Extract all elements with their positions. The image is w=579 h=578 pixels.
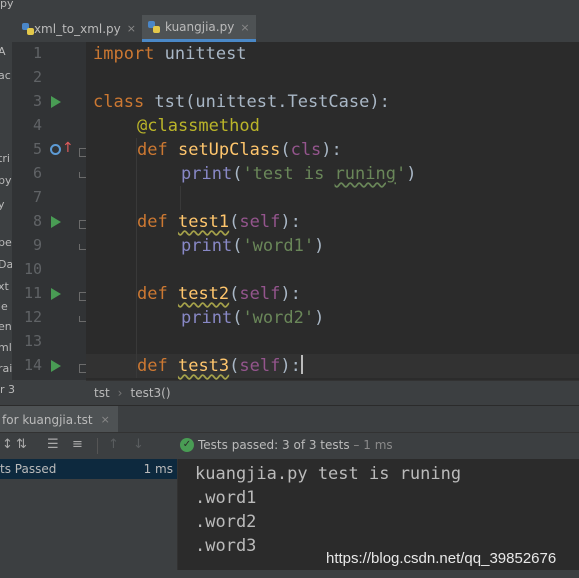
tree-row-label: ts Passed [0,462,57,476]
run-test2-icon[interactable] [51,288,61,300]
tab-label: xml_to_xml.py [33,21,121,36]
next-failed-icon[interactable]: ↓ [133,437,144,452]
code-line-1: import unittest [93,44,247,64]
title-fragment: py [0,0,14,10]
code-line-5: def setUpClass(cls): [137,140,342,160]
line-number: 1 [32,44,42,62]
line-number: 10 [23,260,42,278]
project-panel-fragment: A ac tri py y pe Da xt ie en ml rai [0,42,12,408]
line-number: 8 [32,212,42,230]
tab-xml-to-xml[interactable]: xml_to_xml.py × [16,15,142,42]
line-number: 6 [32,164,42,182]
tab-label: kuangjia.py [165,20,235,34]
breadcrumb-method[interactable]: test3() [130,386,170,400]
tree-row-tests-passed[interactable]: ts Passed 1 ms [0,459,177,479]
title-strip: py [0,0,579,15]
run-test3-icon[interactable] [51,360,61,372]
panel-fragment: Da [0,258,12,271]
line-number: 5 [32,140,42,158]
panel-fragment: tri [0,152,10,165]
panel-fragment-bottom: r 3 [0,380,86,405]
tests-passed-icon: ✓ [180,438,194,452]
line-number: 12 [23,308,42,326]
bottom-strip [0,570,579,578]
line-number: 9 [32,236,42,254]
line-number: 11 [23,284,42,302]
console-line: kuangjia.py test is runing [195,464,462,484]
toolbar-divider [97,438,98,454]
panel-fragment: en [0,320,12,333]
close-icon[interactable]: × [240,21,249,34]
panel-fragment: ac [0,69,11,82]
code-line-6: print('test is runing') [181,164,417,184]
panel-fragment: y [0,198,5,211]
run-tab[interactable]: for kuangjia.tst × [0,406,118,433]
console-line: .word3 [195,536,257,556]
code-line-11: def test2(self): [137,284,301,304]
code-line-12: print('word2') [181,308,325,328]
code-line-8: def test1(self): [137,212,301,232]
test-runner-toolbar: ↕ ⇅ ☰ ≡ ↑ ↓ ✓ Tests passed: 3 of 3 tests… [0,432,579,460]
breadcrumb-separator: › [117,386,123,400]
test-status-text: Tests passed: 3 of 3 tests – 1 ms [198,438,393,452]
close-icon[interactable]: × [101,413,110,426]
watermark: https://blog.csdn.net/qq_39852676 [326,550,557,567]
tree-row-duration: 1 ms [143,462,173,476]
indent-guide [136,138,137,378]
previous-failed-icon[interactable]: ↑ [108,437,119,452]
console-line: .word1 [195,488,257,508]
run-test1-icon[interactable] [51,216,61,228]
panel-fragment: xt [0,280,9,293]
editor-tab-bar: xml_to_xml.py × kuangjia.py × [0,15,579,43]
close-icon[interactable]: × [127,22,136,35]
panel-fragment: A [0,45,6,58]
override-arrow-icon: ↑ [62,140,74,156]
panel-fragment: pe [0,236,12,249]
breadcrumb: tst › test3() [86,380,579,405]
sort-by-duration-icon[interactable]: ⇅ [16,437,27,452]
line-number: 13 [23,332,42,350]
tab-kuangjia[interactable]: kuangjia.py × [142,15,256,42]
line-number: 4 [32,116,42,134]
panel-fragment: ml [0,341,12,354]
line-number: 14 [23,356,42,374]
override-icon[interactable] [50,144,61,155]
python-file-icon [22,22,34,35]
run-tool-window-header: for kuangjia.tst × [0,405,579,433]
expand-all-icon[interactable]: ☰ [47,437,59,452]
panel-fragment: rai [0,362,12,375]
code-editor[interactable]: import unittest class tst(unittest.TestC… [86,42,579,380]
text-caret [300,355,303,374]
panel-fragment: r 3 [0,383,16,396]
editor-gutter: 1 2 3 4 5 6 7 8 9 10 11 12 13 14 ↑ [12,42,88,380]
panel-fragment: py [0,174,12,187]
test-results-tree: ts Passed 1 ms [0,459,177,578]
indent-guide [180,186,181,210]
python-file-icon [148,21,160,33]
run-class-icon[interactable] [51,96,61,108]
run-tab-label: for kuangjia.tst [2,412,93,427]
line-number: 3 [32,92,42,110]
console-line: .word2 [195,512,257,532]
sort-alphabetically-icon[interactable]: ↕ [2,437,13,452]
code-line-3: class tst(unittest.TestCase): [93,92,390,112]
line-number: 2 [32,68,42,86]
code-line-9: print('word1') [181,236,325,256]
collapse-all-icon[interactable]: ≡ [72,437,83,452]
code-line-14: def test3(self): [137,355,303,376]
breadcrumb-class[interactable]: tst [94,386,110,400]
panel-fragment: ie [0,300,8,313]
code-line-4: @classmethod [137,116,260,136]
line-number: 7 [32,188,42,206]
